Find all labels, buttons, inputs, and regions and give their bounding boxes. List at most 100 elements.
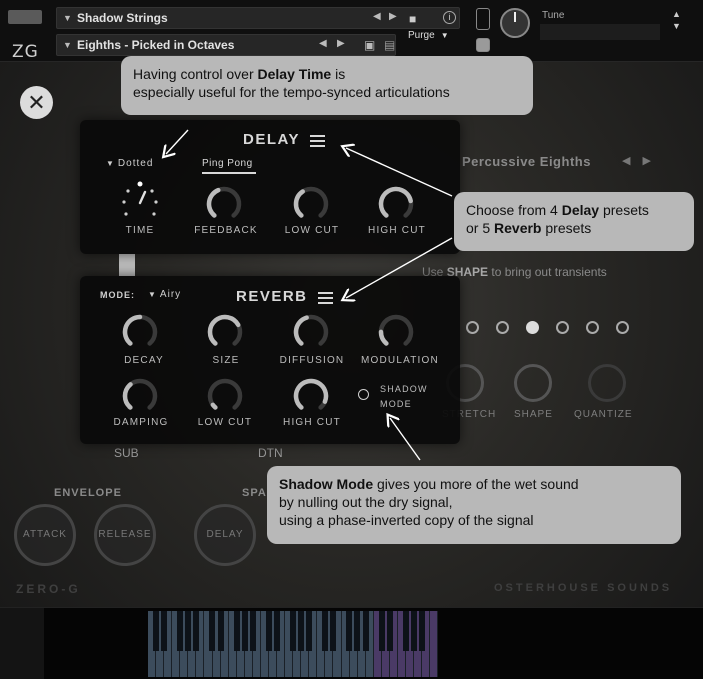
knob-value-arc <box>210 402 218 410</box>
piano-black-key[interactable] <box>265 611 272 651</box>
trash-icon[interactable]: ▤ <box>384 38 395 52</box>
reverb-mode-value: Airy <box>159 289 182 300</box>
save-icon[interactable]: ▣ <box>364 38 375 52</box>
piano-black-key[interactable] <box>290 611 296 651</box>
sub-label: SUB <box>114 446 139 460</box>
piano-black-key[interactable] <box>306 611 313 651</box>
piano-black-key[interactable] <box>402 611 409 651</box>
piano-black-key[interactable] <box>193 611 200 651</box>
delay-highcut-knob[interactable] <box>376 184 416 224</box>
tip-text: using a phase-inverted copy of the signa… <box>279 512 534 528</box>
tip-text: especially useful for the tempo-synced a… <box>133 84 450 100</box>
keyboard-wheels[interactable] <box>0 608 44 679</box>
ping-pong-toggle[interactable]: Ping Pong <box>202 158 256 174</box>
piano-black-key[interactable] <box>209 611 216 651</box>
preset-selector[interactable]: ▼ Shadow Strings ◀ ▶ ■ i <box>56 7 460 29</box>
reverb-highcut-knob[interactable] <box>291 376 331 416</box>
piano-black-key[interactable] <box>378 611 385 651</box>
piano-black-key[interactable] <box>346 611 353 651</box>
tip-bold: Delay Time <box>257 66 332 82</box>
delay-menu-icon[interactable] <box>310 135 325 147</box>
knob-value-arc <box>206 187 221 218</box>
reverb-mode-dropdown[interactable]: ▼ Airy <box>148 289 181 300</box>
quantize-label: QUANTIZE <box>574 409 633 420</box>
next-articulation-icon[interactable]: ▶ <box>337 38 345 49</box>
delay-mode-dropdown[interactable]: ▼ Dotted <box>106 158 153 169</box>
step-dot[interactable] <box>466 321 479 334</box>
space-delay-knob[interactable]: DELAY <box>194 504 256 566</box>
reverb-lowcut-knob[interactable] <box>205 376 245 416</box>
knob-value-arc <box>293 189 305 218</box>
logo-text: ZG <box>12 42 39 62</box>
shadow-mode-toggle[interactable] <box>358 389 369 400</box>
step-dot[interactable] <box>586 321 599 334</box>
piano-black-key[interactable] <box>322 611 329 651</box>
release-knob[interactable]: RELEASE <box>94 504 156 566</box>
size-label: SIZE <box>212 355 240 366</box>
next-preset-icon[interactable]: ▶ <box>389 11 397 22</box>
info-icon[interactable]: i <box>443 11 456 24</box>
attack-label: ATTACK <box>23 529 67 540</box>
articulation-nav-icon[interactable]: ◀▶ <box>622 154 663 167</box>
step-dot-active[interactable] <box>526 321 539 334</box>
close-button[interactable]: ✕ <box>20 86 53 119</box>
diffusion-knob[interactable] <box>291 312 331 352</box>
piano-black-key[interactable] <box>330 611 337 651</box>
tip-text: presets <box>599 202 649 218</box>
time-knob[interactable] <box>120 180 160 220</box>
size-knob[interactable] <box>205 312 245 352</box>
brand-logo-left: ZERO-G <box>16 582 81 596</box>
prev-articulation-icon[interactable]: ◀ <box>319 38 327 49</box>
piano-black-key[interactable] <box>273 611 280 651</box>
tip-text: Having control over <box>133 66 258 82</box>
black-keys[interactable] <box>148 611 438 651</box>
delay-lowcut-knob[interactable] <box>291 184 331 224</box>
side-toggle-button-2[interactable] <box>476 38 490 52</box>
modulation-label: MODULATION <box>361 355 437 366</box>
piano-black-key[interactable] <box>386 611 393 651</box>
articulation-selector[interactable]: ▼ Eighths - Picked in Octaves ◀ ▶ ▣ ▤ <box>56 34 396 56</box>
piano-black-key[interactable] <box>161 611 168 651</box>
piano-black-key[interactable] <box>298 611 305 651</box>
diffusion-label: DIFFUSION <box>279 355 345 366</box>
piano-black-key[interactable] <box>410 611 417 651</box>
purge-dropdown[interactable]: Purge ▼ <box>408 30 460 46</box>
side-toggle-button[interactable] <box>476 8 490 30</box>
tip-text: by nulling out the dry signal, <box>279 494 453 510</box>
prev-preset-icon[interactable]: ◀ <box>373 11 381 22</box>
piano-black-key[interactable] <box>177 611 184 651</box>
piano-black-key[interactable] <box>233 611 240 651</box>
piano-black-key[interactable] <box>153 611 160 651</box>
piano-black-key[interactable] <box>362 611 369 651</box>
step-dot[interactable] <box>616 321 629 334</box>
piano-black-key[interactable] <box>185 611 192 651</box>
knob-value-arc <box>122 314 143 346</box>
snapshot-camera-icon[interactable]: ■ <box>409 12 416 26</box>
decay-knob[interactable] <box>120 312 160 352</box>
reverb-menu-icon[interactable] <box>318 292 333 304</box>
damping-knob[interactable] <box>120 376 160 416</box>
delay-title: DELAY <box>243 131 300 148</box>
piano-black-key[interactable] <box>354 611 361 651</box>
tip-text: or 5 <box>466 220 495 236</box>
piano-black-key[interactable] <box>418 611 425 651</box>
slider-handle[interactable] <box>119 254 135 276</box>
feedback-knob[interactable] <box>204 184 244 224</box>
quantize-knob[interactable] <box>588 364 626 402</box>
delay-panel: DELAY ▼ Dotted Ping Pong TIME FEEDBACK LO… <box>80 120 460 254</box>
step-dot[interactable] <box>556 321 569 334</box>
step-dot[interactable] <box>496 321 509 334</box>
piano-black-key[interactable] <box>241 611 248 651</box>
shadow-mode-label: SHADOW MODE <box>380 384 428 409</box>
piano-keyboard[interactable] <box>0 607 703 679</box>
shape-label: SHAPE <box>514 409 553 420</box>
tooltip-presets: Choose from 4 Delay presets or 5 Reverb … <box>454 192 694 251</box>
attack-knob[interactable]: ATTACK <box>14 504 76 566</box>
modulation-knob[interactable] <box>376 312 416 352</box>
piano-black-key[interactable] <box>217 611 224 651</box>
piano-black-key[interactable] <box>249 611 256 651</box>
tune-value-field[interactable] <box>540 24 660 40</box>
tune-stepper-icon[interactable]: ▲ ▼ <box>672 8 681 32</box>
shape-knob[interactable] <box>514 364 552 402</box>
tune-knob[interactable] <box>500 8 530 38</box>
